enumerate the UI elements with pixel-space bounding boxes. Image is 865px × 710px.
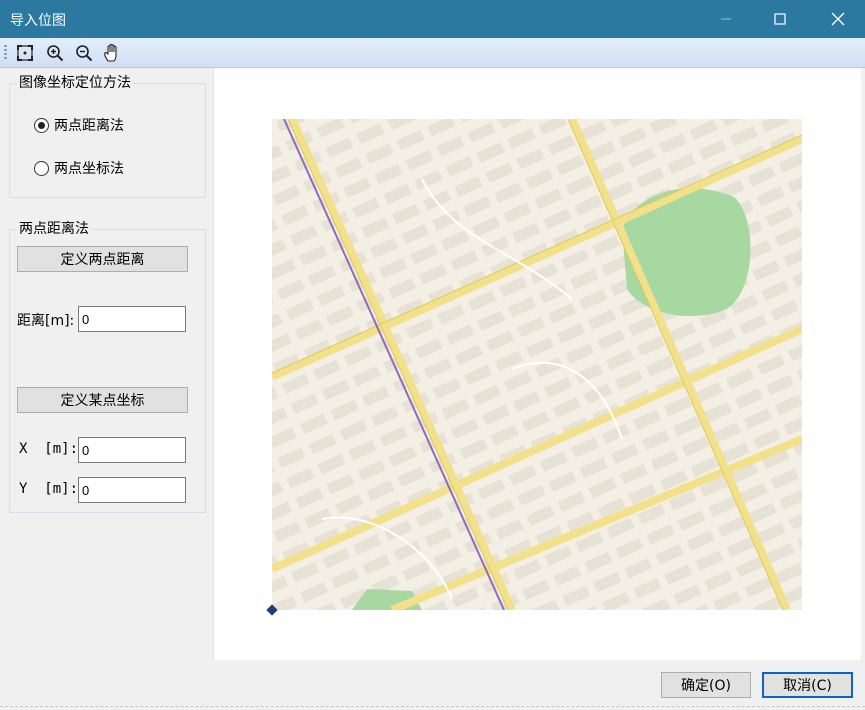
x-label: X [m]: xyxy=(19,441,79,457)
define-two-point-distance-button[interactable]: 定义两点距离 xyxy=(17,246,188,272)
x-coordinate-input[interactable] xyxy=(78,437,186,463)
left-panel: 图像坐标定位方法 两点距离法 两点坐标法 两点距离法 定义两点距离 距离[m]:… xyxy=(0,68,213,663)
radio-circle[interactable] xyxy=(34,160,49,176)
distance-input[interactable] xyxy=(78,306,186,332)
map-bitmap xyxy=(272,119,802,610)
y-coordinate-input[interactable] xyxy=(78,477,186,503)
define-point-coordinate-button[interactable]: 定义某点坐标 xyxy=(17,387,188,413)
title-bar: 导入位图 xyxy=(0,0,865,38)
fit-extent-icon xyxy=(17,45,33,61)
radio-circle[interactable] xyxy=(34,117,49,133)
radio-two-point-distance[interactable]: 两点距离法 xyxy=(34,115,124,135)
fit-extent-button[interactable] xyxy=(14,43,36,63)
image-canvas[interactable] xyxy=(213,68,861,660)
window-title: 导入位图 xyxy=(10,13,66,29)
method-groupbox: 图像坐标定位方法 两点距离法 两点坐标法 xyxy=(9,75,206,198)
radio-selected-dot xyxy=(38,121,45,129)
distance-group-legend: 两点距离法 xyxy=(17,221,91,237)
bitmap-image[interactable] xyxy=(272,119,802,610)
zoom-out-button[interactable] xyxy=(73,43,95,63)
pan-button[interactable] xyxy=(101,43,123,63)
minimize-button[interactable] xyxy=(703,0,749,38)
maximize-icon xyxy=(774,13,786,25)
pan-hand-icon xyxy=(104,43,117,62)
minimize-icon xyxy=(721,18,731,20)
radio-label: 两点坐标法 xyxy=(54,161,124,177)
zoom-in-button[interactable] xyxy=(44,43,66,63)
distance-label: 距离[m]: xyxy=(17,313,75,329)
toolbar xyxy=(0,38,865,68)
radio-two-point-coordinate[interactable]: 两点坐标法 xyxy=(34,158,124,178)
radio-label: 两点距离法 xyxy=(54,118,124,134)
close-button[interactable] xyxy=(815,0,861,38)
status-strip xyxy=(0,706,865,707)
toolbar-grip[interactable] xyxy=(4,45,7,61)
zoom-out-icon xyxy=(76,45,93,62)
ok-button[interactable]: 确定(O) xyxy=(661,672,751,698)
close-icon xyxy=(831,12,845,26)
maximize-button[interactable] xyxy=(757,0,803,38)
zoom-in-icon xyxy=(47,45,64,62)
y-label: Y [m]: xyxy=(19,481,79,497)
cancel-button[interactable]: 取消(C) xyxy=(762,672,853,698)
method-group-legend: 图像坐标定位方法 xyxy=(17,75,133,91)
